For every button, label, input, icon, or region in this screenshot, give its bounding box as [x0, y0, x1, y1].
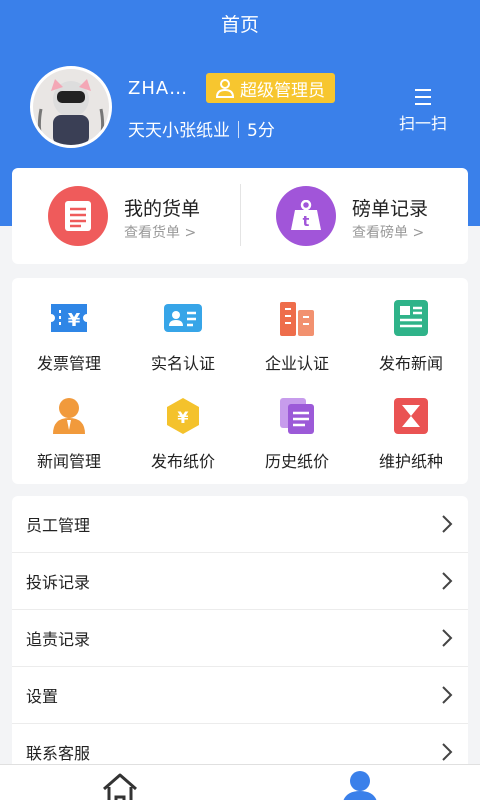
list-item-label: 员工管理 — [26, 516, 91, 535]
grid-label: 新闻管理 — [36, 452, 101, 471]
news-icon — [391, 298, 431, 338]
grid-label: 发票管理 — [36, 354, 101, 373]
list-item-label: 投诉记录 — [26, 573, 91, 592]
list-item-label: 设置 — [26, 687, 59, 706]
list-item-complaint-records[interactable]: 投诉记录 — [12, 553, 468, 610]
grid-item-price-history[interactable]: 历史纸价 — [240, 384, 354, 474]
chevron-right-icon — [440, 742, 454, 762]
invoice-list-icon — [48, 186, 108, 246]
scan-label: 扫一扫 — [398, 114, 447, 133]
role-badge-label: 超级管理员 — [240, 80, 325, 101]
scan-button[interactable]: 扫一扫 — [394, 86, 452, 134]
yen-ticket-icon: ¥ — [49, 298, 89, 338]
my-orders-subtitle: 查看货单 > — [124, 225, 197, 241]
id-card-icon — [163, 298, 203, 338]
hourglass-icon — [391, 396, 431, 436]
grid-item-publish-price[interactable]: ¥ 发布纸价 — [126, 384, 240, 474]
chevron-right-icon — [440, 514, 454, 534]
feature-grid-card: ¥ 发票管理 实名认证 企业认证 发布新闻 新闻管理 ¥ 发布纸价 历史纸价 维… — [12, 278, 468, 484]
quick-actions-card: 我的货单 查看货单 > t 磅单记录 查看磅单 > — [12, 168, 468, 264]
weighbill-records-title: 磅单记录 — [352, 198, 429, 220]
user-icon — [214, 77, 236, 99]
my-orders-title: 我的货单 — [124, 198, 201, 220]
weighbill-records-button[interactable]: t 磅单记录 查看磅单 > — [240, 168, 468, 264]
price-hexagon-icon: ¥ — [163, 396, 203, 436]
my-orders-button[interactable]: 我的货单 查看货单 > — [12, 168, 240, 264]
grid-item-real-name-auth[interactable]: 实名认证 — [126, 286, 240, 376]
weight-icon: t — [276, 186, 336, 246]
grid-item-enterprise-auth[interactable]: 企业认证 — [240, 286, 354, 376]
scan-menu-icon — [412, 86, 434, 108]
username: ZHA… — [128, 78, 189, 99]
list-item-label: 追责记录 — [26, 630, 91, 649]
list-item-settings[interactable]: 设置 — [12, 667, 468, 724]
home-icon[interactable] — [100, 771, 140, 800]
grid-label: 发布纸价 — [150, 452, 215, 471]
svg-text:¥: ¥ — [68, 310, 81, 331]
list-item-staff-management[interactable]: 员工管理 — [12, 496, 468, 553]
list-item-contact-support[interactable]: 联系客服 — [12, 724, 468, 766]
grid-label: 企业认证 — [264, 354, 329, 373]
grid-label: 发布新闻 — [378, 354, 443, 373]
grid-label: 维护纸种 — [378, 452, 443, 471]
grid-label: 历史纸价 — [264, 452, 329, 471]
grid-item-news-management[interactable]: 新闻管理 — [12, 384, 126, 474]
grid-item-publish-news[interactable]: 发布新闻 — [354, 286, 468, 376]
settings-list: 员工管理 投诉记录 追责记录 设置 联系客服 — [12, 496, 468, 766]
list-item-accountability-records[interactable]: 追责记录 — [12, 610, 468, 667]
person-icon — [49, 396, 89, 436]
company-line: 天天小张纸业｜5分 — [128, 121, 275, 141]
avatar[interactable] — [30, 66, 112, 148]
page-title: 首页 — [220, 14, 259, 36]
bottom-tab-bar — [0, 764, 480, 800]
building-icon — [277, 298, 317, 338]
list-item-label: 联系客服 — [26, 744, 91, 763]
grid-item-maintain-paper-types[interactable]: 维护纸种 — [354, 384, 468, 474]
weighbill-records-subtitle: 查看磅单 > — [352, 225, 425, 241]
grid-item-invoice-management[interactable]: ¥ 发票管理 — [12, 286, 126, 376]
chevron-right-icon — [440, 628, 454, 648]
chevron-right-icon — [440, 571, 454, 591]
svg-text:t: t — [303, 214, 310, 230]
documents-icon — [277, 396, 317, 436]
profile-tab-icon[interactable] — [340, 769, 380, 800]
chevron-right-icon — [440, 685, 454, 705]
grid-label: 实名认证 — [150, 354, 215, 373]
svg-text:¥: ¥ — [177, 408, 188, 427]
role-badge: 超级管理员 — [206, 73, 335, 103]
